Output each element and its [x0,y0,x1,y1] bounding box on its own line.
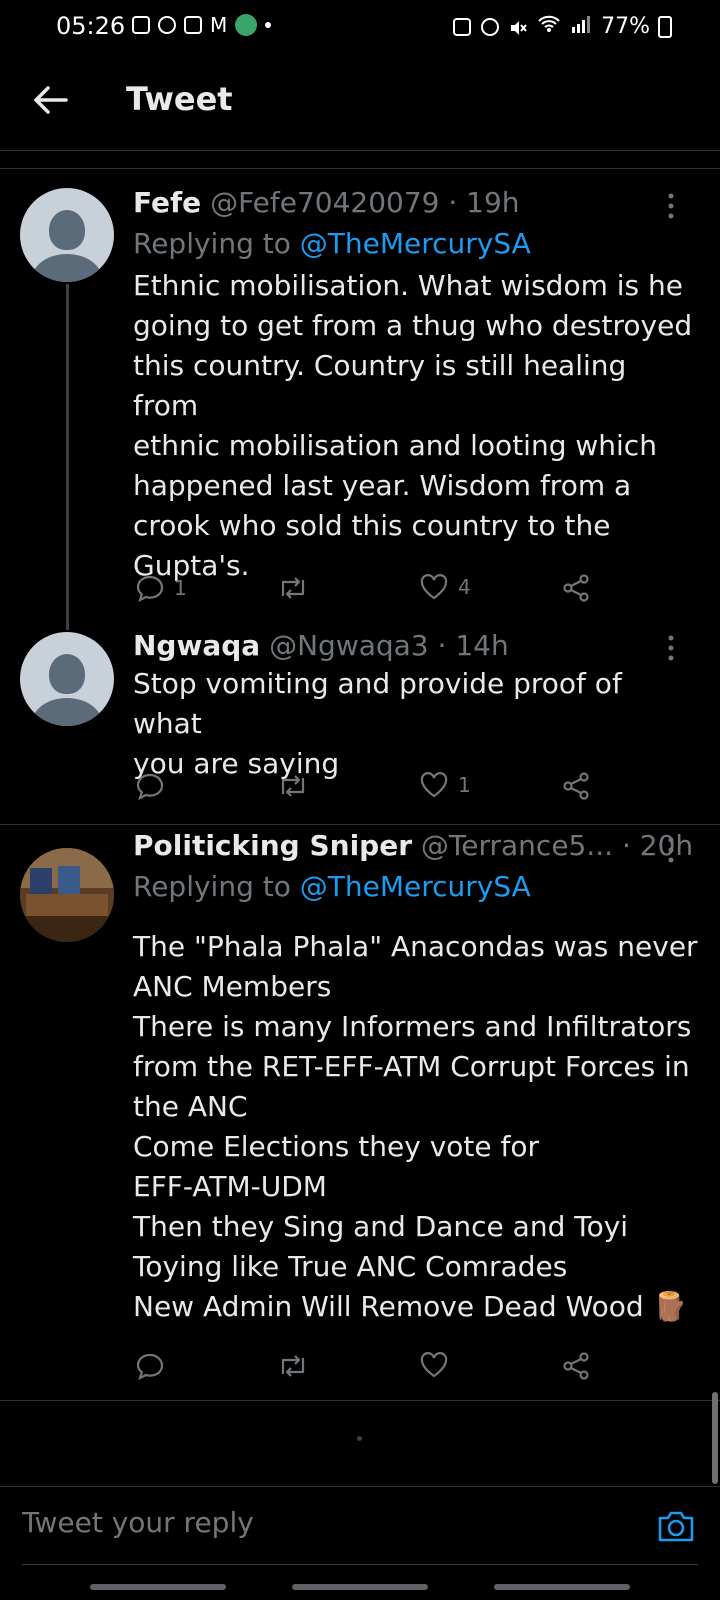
like-button[interactable] [420,1352,448,1378]
wifi-icon [537,14,561,39]
compose-underline [22,1564,698,1565]
tweet-time: · 14h [437,629,509,662]
like-button[interactable]: 4 [420,574,471,600]
like-button[interactable]: 1 [420,772,471,798]
status-time: 05:26 [56,12,126,40]
replying-to: Replying to @TheMercurySA [133,870,531,903]
reply-button[interactable] [136,772,174,800]
loading-indicator [357,1436,362,1441]
share-icon [563,1352,589,1380]
reply-count: 1 [174,576,187,600]
retweet-icon [281,775,305,797]
app-notification-icon [235,14,258,36]
heart-icon [420,1352,448,1378]
more-options-icon[interactable] [667,836,675,864]
notification-download-icon [132,16,150,34]
tweet-text: The "Phala Phala" Anacondas was never AN… [133,930,698,1323]
back-arrow-icon[interactable] [30,84,70,116]
notification-download-icon-2 [184,16,202,34]
reply-icon [136,1353,164,1380]
compose-divider [0,1486,720,1487]
tweet-time: · 19h [448,186,520,219]
tweet-text: Stop vomiting and provide proof of what … [133,667,622,780]
avatar-fefe[interactable] [20,188,114,282]
mention-link[interactable]: @TheMercurySA [300,870,531,903]
battery-icon [658,16,672,38]
share-button[interactable] [562,772,590,800]
more-options-icon[interactable] [667,192,675,220]
tweet-divider [0,824,720,825]
user-handle[interactable]: @Fefe70420079 [210,186,439,219]
share-icon [563,772,589,800]
display-name[interactable]: Ngwaqa [133,629,260,662]
system-navigation-bar [0,1566,720,1600]
system-icons: 77% [453,14,650,39]
thread-connector-line [66,284,69,630]
tweet-time: · 20h [621,829,694,862]
reply-icon [136,773,164,800]
tweet-text: Ethnic mobilisation. What wisdom is he g… [133,269,693,582]
reply-icon [136,575,164,602]
like-count: 4 [458,575,471,599]
nav-recents-button[interactable] [90,1584,226,1590]
notification-icons: M [132,13,272,37]
share-button[interactable] [562,574,590,602]
reply-button[interactable]: 1 [136,574,187,602]
header-divider [0,150,720,151]
retweet-button[interactable] [277,1352,309,1380]
top-bar [0,52,720,148]
user-handle[interactable]: @Ngwaqa3 [269,629,429,662]
avatar-ngwaqa[interactable] [20,632,114,726]
retweet-button[interactable] [277,574,309,602]
reply-input[interactable] [22,1506,582,1539]
avatar-politicking-sniper[interactable] [20,848,114,942]
share-icon [563,574,589,602]
display-name[interactable]: Politicking Sniper [133,829,412,862]
tweet-header: Fefe @Fefe70420079 · 19h [133,186,520,219]
heart-icon [420,772,448,798]
notification-app-icon [158,16,176,34]
battery-percent: 77% [601,14,650,39]
section-divider [0,168,720,169]
camera-icon[interactable] [656,1508,696,1544]
display-name[interactable]: Fefe [133,186,201,219]
gmail-icon: M [210,13,228,37]
signal-icon [571,14,591,39]
tweet-divider [0,1400,720,1401]
more-options-icon[interactable] [667,634,675,662]
nav-home-button[interactable] [292,1584,428,1590]
tweet-header: Politicking Sniper @Terrance5... · 20h [133,829,693,862]
user-handle[interactable]: @Terrance5... [421,829,613,862]
retweet-icon [281,577,305,599]
retweet-icon [281,1355,305,1377]
mute-icon [509,18,527,36]
retweet-button[interactable] [277,772,309,800]
scrollbar[interactable] [712,1392,718,1484]
alarm-icon [481,17,500,36]
status-bar: 05:26 M 77% [0,0,720,52]
reply-button[interactable] [136,1352,164,1380]
heart-icon [420,574,448,600]
tweet-header: Ngwaqa @Ngwaqa3 · 14h [133,629,509,662]
page-title: Tweet [126,80,233,118]
lock-icon [453,17,472,36]
nav-back-button[interactable] [494,1584,630,1590]
like-count: 1 [458,773,471,797]
mention-link[interactable]: @TheMercurySA [300,227,531,260]
share-button[interactable] [562,1352,590,1380]
more-notifications-dot-icon [265,22,272,28]
replying-to: Replying to @TheMercurySA [133,227,531,260]
